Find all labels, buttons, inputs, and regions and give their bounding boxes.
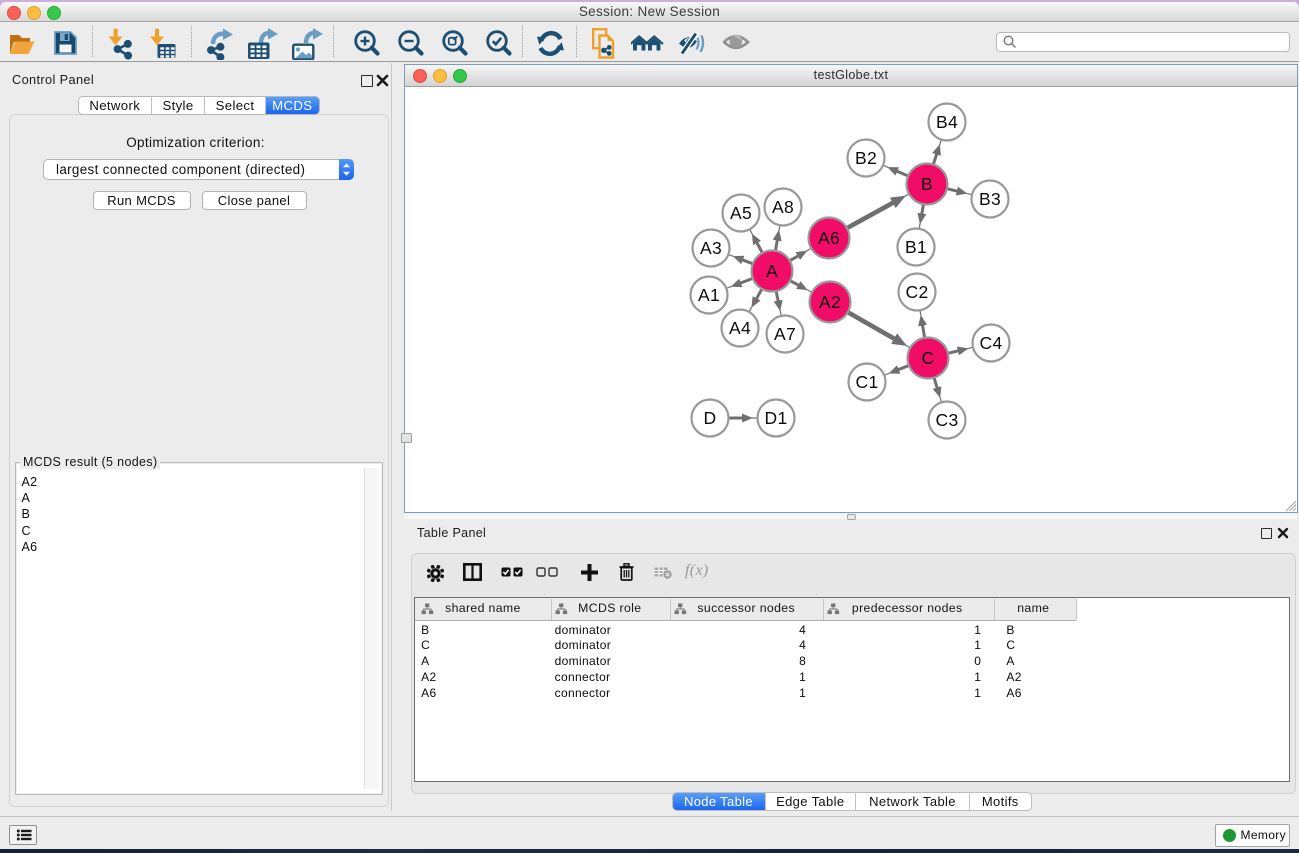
svg-text:A8: A8 [772, 197, 794, 217]
svg-text:A2: A2 [819, 292, 841, 312]
svg-text:A: A [766, 261, 778, 281]
svg-text:B2: B2 [855, 148, 877, 168]
svg-text:B: B [921, 174, 933, 194]
svg-text:C2: C2 [905, 282, 928, 302]
svg-text:A7: A7 [774, 324, 796, 344]
svg-text:D: D [704, 408, 717, 428]
svg-text:A4: A4 [729, 318, 751, 338]
svg-text:A5: A5 [730, 203, 752, 223]
svg-text:D1: D1 [764, 408, 787, 428]
svg-text:C4: C4 [979, 333, 1002, 353]
svg-text:B3: B3 [979, 189, 1001, 209]
svg-text:C1: C1 [855, 372, 878, 392]
svg-text:A6: A6 [818, 228, 840, 248]
svg-text:B1: B1 [905, 237, 927, 257]
svg-text:A1: A1 [698, 285, 720, 305]
svg-text:B4: B4 [936, 112, 958, 132]
svg-text:C: C [922, 348, 935, 368]
svg-text:A3: A3 [700, 238, 722, 258]
svg-text:C3: C3 [935, 410, 958, 430]
